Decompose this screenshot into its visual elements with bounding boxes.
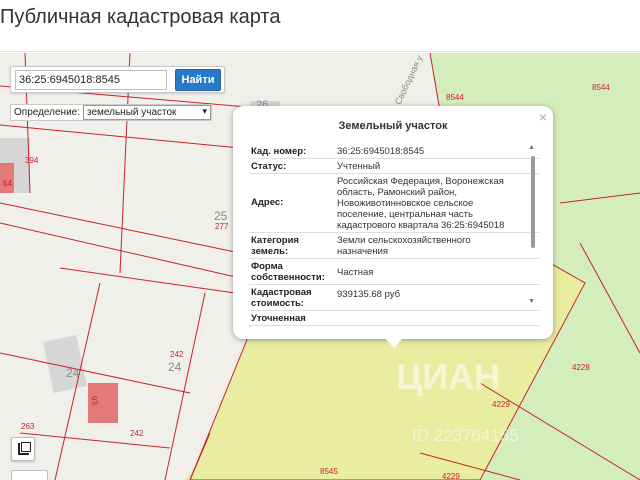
popup-title: Земельный участок (338, 120, 448, 132)
parcel-label: 24 (168, 360, 182, 374)
parcel-label: 93 (89, 395, 100, 406)
info-value: 939135.68 руб (337, 289, 401, 300)
watermark: ЦИАН (396, 356, 501, 397)
scroll-up-icon[interactable]: ▲ (528, 144, 535, 151)
popup-scrollbar[interactable]: ▲ ▼ (528, 144, 535, 328)
layers-icon (18, 442, 31, 455)
search-input[interactable] (15, 70, 167, 90)
parcel-label: 25 (214, 209, 228, 223)
definition-label: Определение: (14, 107, 81, 118)
search-button[interactable]: Найти (175, 69, 221, 91)
building (0, 163, 14, 193)
info-key: Адрес: (251, 197, 284, 208)
info-popup: × Земельный участок Кад. номер: 36:25:69… (233, 106, 553, 348)
parcel-label: 8545 (320, 467, 338, 476)
info-row: Кад. номер: 36:25:6945018:8545 (249, 144, 539, 159)
scroll-down-icon[interactable]: ▼ (528, 298, 535, 305)
parcel-label: 394 (25, 156, 39, 165)
parcel-label: 8544 (592, 83, 610, 92)
popup-body: Кад. номер: 36:25:6945018:8545 Статус: У… (249, 144, 539, 334)
info-value: Земли сельскохозяйственного назначения (337, 235, 471, 257)
parcel-label: 4229 (442, 472, 460, 480)
chevron-down-icon: ▾ (202, 106, 207, 116)
info-key: Статус: (251, 161, 287, 172)
info-row: Уточненная (249, 311, 539, 326)
parcel-label: 4228 (572, 363, 590, 372)
parcel-label: 24 (66, 366, 80, 380)
boundary (164, 292, 206, 480)
info-row: Статус: Учтенный (249, 159, 539, 174)
boundary (19, 432, 171, 449)
boundary (0, 124, 241, 149)
info-row: Адрес: Российская Федерация, Воронежская… (249, 174, 539, 233)
info-key: Уточненная (251, 313, 306, 324)
watermark-id: ID 223764155 (412, 426, 519, 445)
info-row: Форма собственности: Частная (249, 259, 539, 285)
info-value: Частная (337, 267, 374, 278)
info-value: Российская Федерация, Воронежская област… (337, 176, 505, 231)
boundary (59, 267, 236, 294)
definition-selected: земельный участок (87, 107, 177, 118)
parcel-label: 242 (130, 429, 144, 438)
scroll-thumb[interactable] (531, 156, 535, 248)
info-value: 36:25:6945018:8545 (337, 146, 425, 157)
parcel-label: 277 (215, 222, 229, 231)
info-value: Учтенный (337, 161, 381, 172)
search-bar: Найти (10, 66, 225, 93)
popup-tail (385, 338, 403, 348)
map-canvas[interactable]: 8544 8544 394 64 25 277 26 242 24 24 263… (0, 53, 640, 480)
info-key: Кад. номер: (251, 146, 307, 157)
info-row: Категория земель: Земли сельскохозяйстве… (249, 233, 539, 259)
parcel-label: 4229 (492, 400, 510, 409)
info-value (335, 311, 539, 325)
parcel-label: 242 (170, 350, 184, 359)
page-title: Публичная кадастровая карта (0, 6, 281, 28)
info-row: Кадастровая стоимость: 939135.68 руб (249, 285, 539, 311)
layers-button[interactable] (11, 437, 35, 461)
parcel-label: 263 (21, 422, 35, 431)
map-control-button[interactable] (11, 470, 48, 480)
parcel-label: 8544 (446, 93, 464, 102)
definition-select[interactable]: земельный участок ▾ (83, 105, 211, 120)
boundary (0, 202, 241, 254)
info-key: Кадастровая стоимость: (251, 287, 312, 309)
parcel-label: 64 (3, 179, 12, 188)
header: Публичная кадастровая карта (0, 0, 640, 52)
info-key: Форма собственности: (251, 261, 325, 283)
info-key: Категория земель: (251, 235, 299, 257)
definition-row: Определение: земельный участок ▾ (10, 104, 212, 121)
building (42, 335, 88, 393)
